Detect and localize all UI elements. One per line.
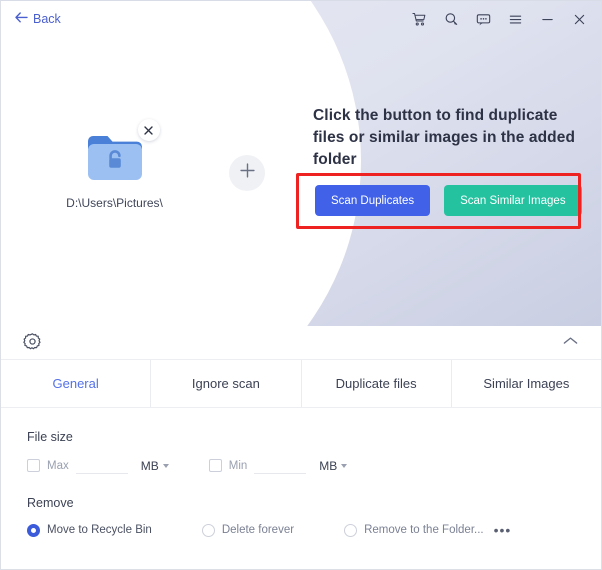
remove-option-to-folder-radio[interactable]	[344, 524, 357, 537]
prompt-title: Click the button to find duplicate files…	[313, 105, 578, 171]
tab-similar-images[interactable]: Similar Images	[451, 360, 601, 407]
remove-option-delete-forever-label: Delete forever	[222, 524, 294, 536]
app-window: Back	[0, 0, 602, 570]
remove-label: Remove	[27, 496, 575, 510]
add-folder-button[interactable]	[229, 155, 265, 191]
file-size-max-unit-select[interactable]: MB	[141, 459, 169, 473]
remove-option-delete-forever[interactable]: Delete forever	[202, 524, 294, 537]
remove-option-recycle-bin[interactable]: Move to Recycle Bin	[27, 524, 152, 537]
file-size-row: Max MB Min MB	[27, 457, 575, 474]
window-controls	[403, 4, 595, 34]
file-size-label: File size	[27, 430, 575, 444]
file-size-min-input[interactable]	[254, 457, 306, 474]
folder-icon-wrapper	[84, 129, 146, 185]
settings-panel: General Ignore scan Duplicate files Simi…	[1, 326, 601, 570]
tab-duplicate-files[interactable]: Duplicate files	[301, 360, 451, 407]
locked-folder-icon	[84, 172, 146, 189]
cart-icon[interactable]	[403, 4, 435, 34]
menu-icon[interactable]	[499, 4, 531, 34]
remove-option-to-folder[interactable]: Remove to the Folder...	[344, 524, 484, 537]
file-size-max-unit-label: MB	[141, 459, 159, 473]
settings-tabs: General Ignore scan Duplicate files Simi…	[1, 360, 601, 408]
remove-folder-close-icon[interactable]	[138, 119, 160, 141]
remove-options-row: Move to Recycle Bin Delete forever Remov…	[27, 523, 575, 537]
scan-duplicates-button[interactable]: Scan Duplicates	[315, 185, 430, 216]
title-bar: Back	[1, 1, 601, 37]
scan-similar-images-button[interactable]: Scan Similar Images	[444, 185, 581, 216]
plus-icon	[239, 162, 256, 184]
scan-buttons-row: Scan Duplicates Scan Similar Images	[315, 185, 582, 216]
tab-duplicate-files-label: Duplicate files	[336, 376, 417, 391]
file-size-max-label: Max	[47, 460, 69, 472]
back-button[interactable]: Back	[15, 12, 61, 26]
tab-ignore-scan-label: Ignore scan	[192, 376, 260, 391]
chevron-up-icon[interactable]	[562, 334, 579, 352]
tab-ignore-scan[interactable]: Ignore scan	[150, 360, 300, 407]
tab-similar-images-label: Similar Images	[483, 376, 569, 391]
gear-icon[interactable]	[23, 332, 42, 356]
added-folder-card[interactable]: D:\Users\Pictures\	[27, 129, 202, 210]
hero-section: Back	[1, 1, 601, 326]
chevron-down-icon	[163, 464, 169, 468]
back-arrow-icon	[15, 12, 28, 26]
file-size-max-checkbox[interactable]	[27, 459, 40, 472]
file-size-min-unit-label: MB	[319, 459, 337, 473]
file-size-min-checkbox[interactable]	[209, 459, 222, 472]
remove-option-delete-forever-radio[interactable]	[202, 524, 215, 537]
back-button-label: Back	[33, 12, 61, 26]
minimize-icon[interactable]	[531, 4, 563, 34]
remove-more-options-button[interactable]: •••	[494, 523, 512, 537]
search-icon[interactable]	[435, 4, 467, 34]
remove-option-recycle-bin-radio[interactable]	[27, 524, 40, 537]
file-size-max-group: Max MB	[27, 457, 169, 474]
file-size-min-group: Min MB	[209, 457, 348, 474]
tab-general[interactable]: General	[1, 360, 150, 407]
prompt-block: Click the button to find duplicate files…	[313, 105, 578, 171]
close-icon[interactable]	[563, 4, 595, 34]
feedback-icon[interactable]	[467, 4, 499, 34]
file-size-max-input[interactable]	[76, 457, 128, 474]
settings-header	[1, 326, 601, 360]
remove-option-to-folder-label: Remove to the Folder...	[364, 524, 484, 536]
remove-option-recycle-bin-label: Move to Recycle Bin	[47, 524, 152, 536]
chevron-down-icon	[341, 464, 347, 468]
file-size-min-label: Min	[229, 460, 248, 472]
folder-path-label: D:\Users\Pictures\	[27, 196, 202, 210]
general-settings-body: File size Max MB Min MB	[1, 430, 601, 537]
tab-general-label: General	[53, 376, 99, 391]
file-size-min-unit-select[interactable]: MB	[319, 459, 347, 473]
